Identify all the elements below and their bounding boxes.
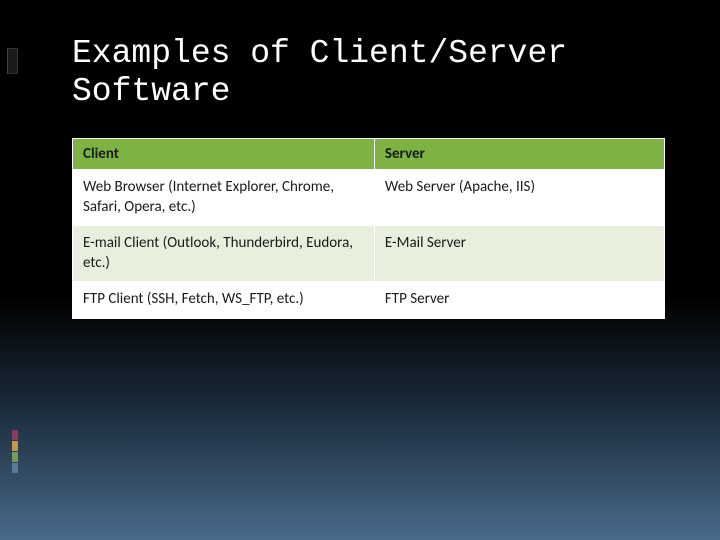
client-server-table: Client Server Web Browser (Internet Expl… xyxy=(72,138,665,319)
table-row: Web Browser (Internet Explorer, Chrome, … xyxy=(73,170,665,226)
accent-bar-2 xyxy=(12,441,18,451)
cell-client: FTP Client (SSH, Fetch, WS_FTP, etc.) xyxy=(73,282,375,319)
table-header-row: Client Server xyxy=(73,139,665,170)
cell-server: Web Server (Apache, IIS) xyxy=(374,170,664,226)
table-row: FTP Client (SSH, Fetch, WS_FTP, etc.) FT… xyxy=(73,282,665,319)
cell-client: Web Browser (Internet Explorer, Chrome, … xyxy=(73,170,375,226)
header-server: Server xyxy=(374,139,664,170)
accent-bar-3 xyxy=(12,452,18,462)
accent-bars xyxy=(12,430,18,474)
accent-bar-1 xyxy=(12,430,18,440)
slide-title: Examples of Client/Server Software xyxy=(72,35,720,111)
slide-edge-decoration-inner xyxy=(0,48,8,74)
header-client: Client xyxy=(73,139,375,170)
cell-client: E-mail Client (Outlook, Thunderbird, Eud… xyxy=(73,226,375,282)
cell-server: E-Mail Server xyxy=(374,226,664,282)
table-row: E-mail Client (Outlook, Thunderbird, Eud… xyxy=(73,226,665,282)
cell-server: FTP Server xyxy=(374,282,664,319)
accent-bar-4 xyxy=(12,463,18,473)
